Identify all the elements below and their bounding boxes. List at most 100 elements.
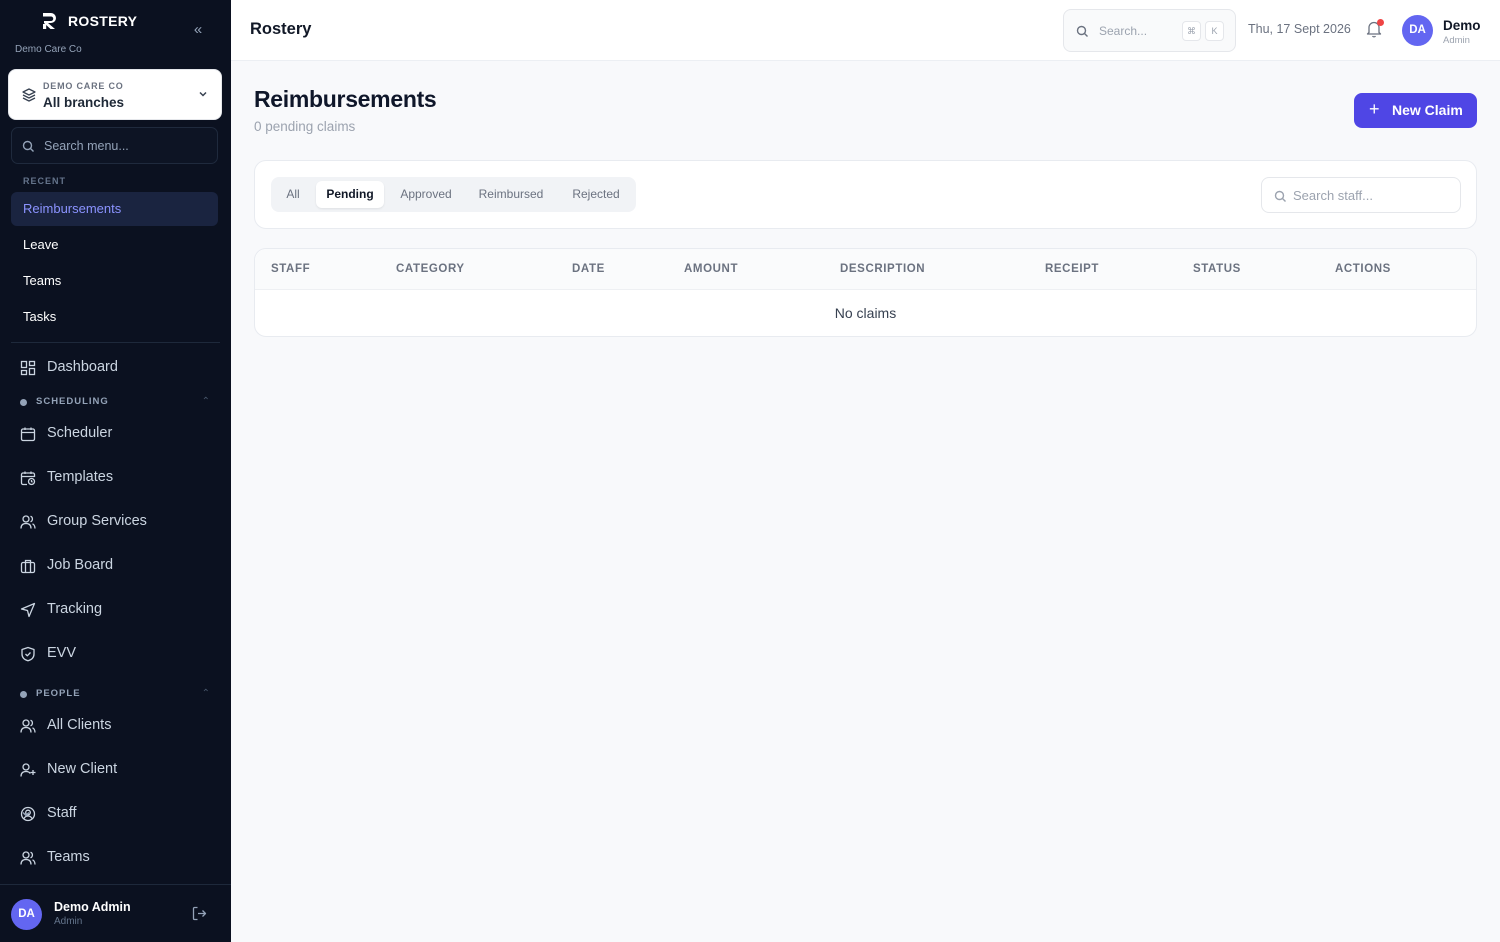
column-header-staff[interactable]: STAFF <box>271 263 310 275</box>
column-header-amount[interactable]: AMOUNT <box>684 263 738 275</box>
nav-label: Job Board <box>47 557 114 573</box>
org-subtitle: Demo Care Co <box>15 44 82 55</box>
tab-approved[interactable]: Approved <box>390 181 462 208</box>
global-search-input[interactable]: Search... ⌘ K <box>1063 9 1236 52</box>
recent-label: RECENT <box>23 176 67 186</box>
current-date: Thu, 17 Sept 2026 <box>1248 22 1351 36</box>
user-role: Admin <box>54 916 83 927</box>
collapse-sidebar-icon[interactable]: « <box>188 20 208 40</box>
nav-item-teams[interactable]: Teams <box>11 840 218 876</box>
nav-label: New Client <box>47 761 118 777</box>
shortcut-key-cmd: ⌘ <box>1182 21 1201 41</box>
search-icon <box>1274 190 1286 202</box>
nav-item-evv[interactable]: EVV <box>11 636 218 672</box>
group-label: SCHEDULING <box>36 396 109 407</box>
branch-value: All branches <box>43 95 125 110</box>
column-header-date[interactable]: DATE <box>572 263 605 275</box>
nav-group-people[interactable]: PEOPLE ⌃ <box>11 685 218 703</box>
status-tabs: All Pending Approved Reimbursed Rejected <box>271 177 636 212</box>
user-name[interactable]: Demo <box>1443 18 1481 33</box>
users-icon <box>20 515 36 529</box>
staff-search-placeholder: Search staff... <box>1293 188 1373 203</box>
avatar[interactable]: DA <box>11 899 42 930</box>
tab-all[interactable]: All <box>277 181 309 208</box>
filter-bar: All Pending Approved Reimbursed Rejected… <box>254 160 1477 229</box>
layers-icon <box>22 88 36 102</box>
nav-item-staff[interactable]: Staff <box>11 796 218 832</box>
shortcut-key-k: K <box>1205 21 1224 41</box>
menu-search-placeholder: Search menu... <box>44 139 129 153</box>
global-search-placeholder: Search... <box>1099 24 1148 38</box>
topbar: Rostery Search... ⌘ K Thu, 17 Sept 2026 … <box>231 0 1500 61</box>
nav-label: Dashboard <box>47 359 118 375</box>
nav-label: Tracking <box>47 601 103 617</box>
nav-item-all-clients[interactable]: All Clients <box>11 708 218 744</box>
users-icon <box>20 851 36 865</box>
logout-icon[interactable] <box>192 906 207 921</box>
nav-item-dashboard[interactable]: Dashboard <box>11 350 218 386</box>
search-icon <box>1076 25 1088 37</box>
column-header-receipt[interactable]: RECEIPT <box>1045 263 1099 275</box>
user-role: Admin <box>1443 35 1470 46</box>
recent-item-tasks[interactable]: Tasks <box>11 300 218 334</box>
tab-reimbursed[interactable]: Reimbursed <box>468 181 554 208</box>
column-header-actions[interactable]: ACTIONS <box>1335 263 1391 275</box>
brand[interactable]: ROSTERY <box>40 11 137 31</box>
page-subtitle: 0 pending claims <box>254 119 356 134</box>
column-header-description[interactable]: DESCRIPTION <box>840 263 925 275</box>
notification-badge <box>1377 19 1384 26</box>
column-header-status[interactable]: STATUS <box>1193 263 1241 275</box>
brand-name: ROSTERY <box>68 13 138 29</box>
app-title: Rostery <box>250 20 312 38</box>
group-dot-icon <box>20 399 27 406</box>
nav-label: Teams <box>47 849 90 865</box>
nav-label: All Clients <box>47 717 112 733</box>
staff-search-input[interactable]: Search staff... <box>1261 177 1461 213</box>
sidebar: ROSTERY « Demo Care Co DEMO CARE CO All … <box>0 0 231 942</box>
calendar-clock-icon <box>20 471 36 486</box>
tab-pending[interactable]: Pending <box>316 181 384 208</box>
recent-item-leave[interactable]: Leave <box>11 228 218 262</box>
nav-item-new-client[interactable]: New Client <box>11 752 218 788</box>
briefcase-icon <box>20 559 36 574</box>
menu-search-input[interactable]: Search menu... <box>11 127 218 164</box>
notifications-button[interactable] <box>1366 19 1384 43</box>
plus-icon: + <box>1369 99 1380 119</box>
claims-table: STAFF CATEGORY DATE AMOUNT DESCRIPTION R… <box>254 248 1477 337</box>
tab-rejected[interactable]: Rejected <box>560 181 632 208</box>
nav-item-scheduler[interactable]: Scheduler <box>11 416 218 452</box>
nav-label: EVV <box>47 645 77 661</box>
sidebar-divider <box>11 342 220 343</box>
page-title: Reimbursements <box>254 86 437 112</box>
user-name: Demo Admin <box>54 900 131 914</box>
search-icon <box>22 140 34 152</box>
nav-group-scheduling[interactable]: SCHEDULING ⌃ <box>11 393 218 411</box>
chevron-up-icon: ⌃ <box>201 396 210 407</box>
nav-item-templates[interactable]: Templates <box>11 460 218 496</box>
new-claim-button[interactable]: + New Claim <box>1354 93 1477 128</box>
sidebar-user-footer: DA Demo Admin Admin <box>0 884 231 942</box>
nav-label: Templates <box>47 469 114 485</box>
group-label: PEOPLE <box>36 688 81 699</box>
user-plus-icon <box>20 763 36 777</box>
nav-label: Group Services <box>47 513 147 529</box>
chevron-down-icon <box>22 811 30 817</box>
new-claim-label: New Claim <box>1392 102 1463 118</box>
users-icon <box>20 719 36 733</box>
nav-label: Scheduler <box>47 425 113 441</box>
column-header-category[interactable]: CATEGORY <box>396 263 465 275</box>
recent-item-teams[interactable]: Teams <box>11 264 218 298</box>
nav-item-group-services[interactable]: Group Services <box>11 504 218 540</box>
nav-label: Staff <box>47 805 77 821</box>
shield-check-icon <box>21 646 35 662</box>
nav-item-tracking[interactable]: Tracking <box>11 592 218 628</box>
navigation-icon <box>20 602 36 618</box>
group-dot-icon <box>20 691 27 698</box>
table-header: STAFF CATEGORY DATE AMOUNT DESCRIPTION R… <box>255 249 1476 290</box>
nav-item-job-board[interactable]: Job Board <box>11 548 218 584</box>
recent-item-reimbursements[interactable]: Reimbursements <box>11 192 218 226</box>
avatar[interactable]: DA <box>1402 15 1433 46</box>
dashboard-icon <box>20 360 36 376</box>
calendar-icon <box>20 427 36 442</box>
branch-selector[interactable]: DEMO CARE CO All branches <box>8 69 222 120</box>
